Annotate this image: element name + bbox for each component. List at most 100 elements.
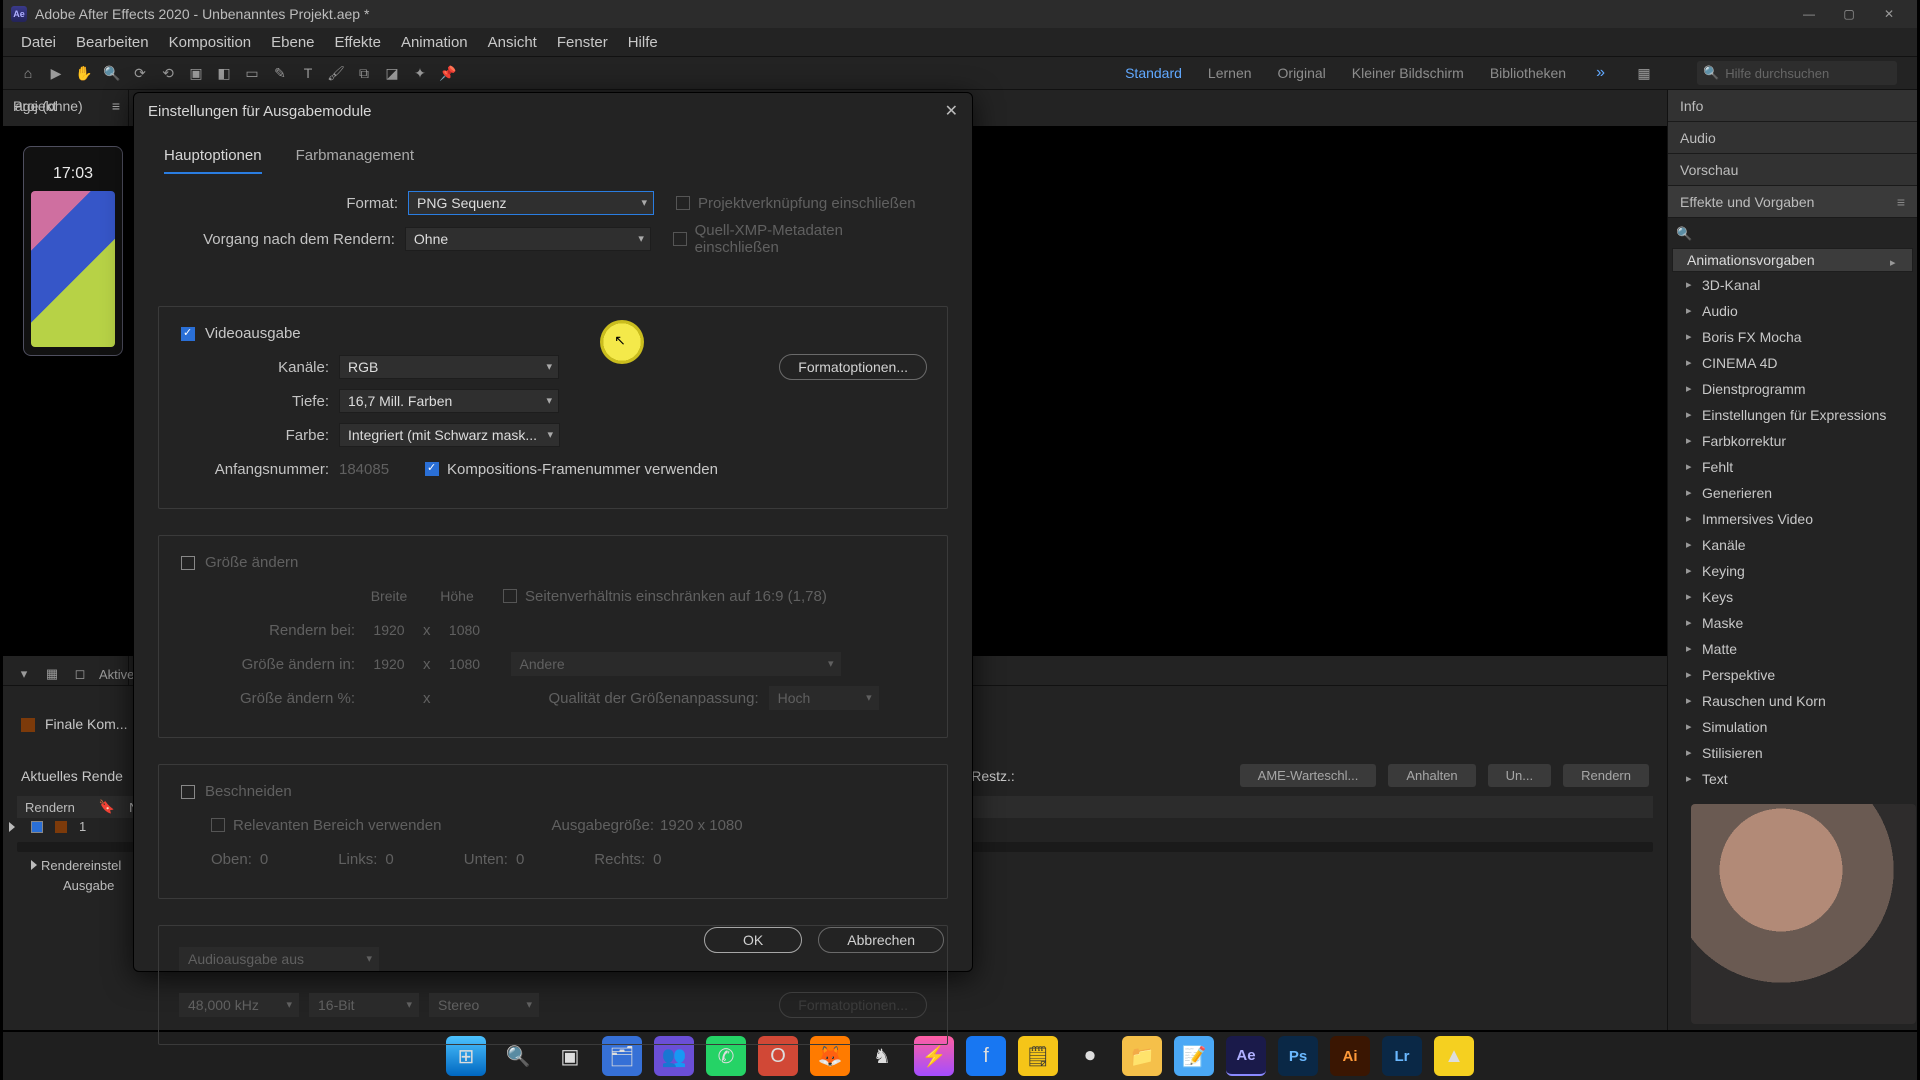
panel-menu-icon[interactable]: ≡ <box>1897 194 1905 210</box>
after-render-select[interactable]: Ohne▾ <box>405 227 651 251</box>
layouts-more-icon[interactable]: » <box>1596 64 1605 82</box>
sync-icon[interactable]: ▦ <box>1631 60 1657 86</box>
menu-fenster[interactable]: Fenster <box>547 30 618 55</box>
channels-select[interactable]: RGB▾ <box>339 355 559 379</box>
close-window-button[interactable]: ✕ <box>1869 3 1909 25</box>
layout-bibliotheken[interactable]: Bibliotheken <box>1490 65 1566 81</box>
viewer-magnify-icon[interactable]: ▾ <box>15 666 33 682</box>
effects-category[interactable]: ▸Boris FX Mocha <box>1672 324 1913 350</box>
effects-category[interactable]: ▸3D-Kanal <box>1672 272 1913 298</box>
rq-item-color[interactable] <box>55 821 67 833</box>
cancel-button[interactable]: Abbrechen <box>818 927 944 953</box>
menu-bearbeiten[interactable]: Bearbeiten <box>66 30 159 55</box>
effects-category[interactable]: ▸Stilisieren <box>1672 740 1913 766</box>
brush-tool-icon[interactable]: 🖌 <box>323 60 349 86</box>
shape-tool-icon[interactable]: ▭ <box>239 60 265 86</box>
ame-queue-button[interactable]: AME-Warteschl... <box>1240 764 1377 787</box>
effects-category[interactable]: ▸Farbkorrektur <box>1672 428 1913 454</box>
format-options-button[interactable]: Formatoptionen... <box>779 354 927 380</box>
panel-audio[interactable]: Audio <box>1680 130 1716 146</box>
tab-hauptoptionen[interactable]: Hauptoptionen <box>164 147 262 174</box>
menu-animation[interactable]: Animation <box>391 30 478 55</box>
camera-tool-icon[interactable]: ▣ <box>183 60 209 86</box>
rq-item-checkbox[interactable] <box>31 821 43 833</box>
effects-category[interactable]: ▸Audio <box>1672 298 1913 324</box>
menu-komposition[interactable]: Komposition <box>159 30 262 55</box>
effects-category[interactable]: ▸Keys <box>1672 584 1913 610</box>
selection-tool-icon[interactable]: ▶ <box>43 60 69 86</box>
effects-category[interactable]: ▸Fehlt <box>1672 454 1913 480</box>
taskbar-editor-icon[interactable]: 📝 <box>1174 1036 1214 1076</box>
hand-tool-icon[interactable]: ✋ <box>71 60 97 86</box>
viewer-tab-label[interactable]: age (ohne) <box>15 98 83 114</box>
effects-category[interactable]: ▸CINEMA 4D <box>1672 350 1913 376</box>
pen-tool-icon[interactable]: ✎ <box>267 60 293 86</box>
resize-checkbox[interactable] <box>181 556 195 570</box>
stop-button[interactable]: Un... <box>1488 764 1551 787</box>
rq-sub1-expand-icon[interactable] <box>31 860 37 870</box>
menu-datei[interactable]: Datei <box>11 30 66 55</box>
menu-effekte[interactable]: Effekte <box>325 30 391 55</box>
menu-hilfe[interactable]: Hilfe <box>618 30 668 55</box>
text-tool-icon[interactable]: T <box>295 60 321 86</box>
finale-komp-label[interactable]: Finale Kom... <box>45 716 127 732</box>
effects-category[interactable]: ▸Keying <box>1672 558 1913 584</box>
dialog-close-button[interactable]: ✕ <box>945 101 958 121</box>
roto-tool-icon[interactable]: ✦ <box>407 60 433 86</box>
layout-lernen[interactable]: Lernen <box>1208 65 1252 81</box>
panel-effects-presets[interactable]: Effekte und Vorgaben <box>1680 194 1814 210</box>
effects-category[interactable]: ▸Perspektive <box>1672 662 1913 688</box>
effects-category[interactable]: ▸Maske <box>1672 610 1913 636</box>
rotation-tool-icon[interactable]: ⟲ <box>155 60 181 86</box>
rq-expand-icon[interactable] <box>9 822 15 832</box>
ausgabe-label[interactable]: Ausgabe <box>63 878 114 893</box>
taskbar-obs-icon[interactable]: ⏺ <box>1070 1036 1110 1076</box>
crop-checkbox[interactable] <box>181 785 195 799</box>
menu-ebene[interactable]: Ebene <box>261 30 324 55</box>
tab-farbmanagement[interactable]: Farbmanagement <box>296 147 414 174</box>
depth-select[interactable]: 16,7 Mill. Farben▾ <box>339 389 559 413</box>
video-output-checkbox[interactable] <box>181 327 195 341</box>
effects-category[interactable]: ▸Kanäle <box>1672 532 1913 558</box>
taskbar-notes-icon[interactable]: 🗒 <box>1018 1036 1058 1076</box>
puppet-tool-icon[interactable]: 📌 <box>435 60 461 86</box>
ok-button[interactable]: OK <box>704 927 802 953</box>
use-comp-frames-checkbox[interactable] <box>425 462 439 476</box>
effects-category[interactable]: ▸Einstellungen für Expressions <box>1672 402 1913 428</box>
layout-standard[interactable]: Standard <box>1125 65 1182 81</box>
rendereinstellungen-label[interactable]: Rendereinstel <box>41 858 121 873</box>
color-select[interactable]: Integriert (mit Schwarz mask...▾ <box>339 423 560 447</box>
viewer-mask-icon[interactable]: ◻ <box>71 666 89 682</box>
menu-ansicht[interactable]: Ansicht <box>478 30 547 55</box>
home-icon[interactable]: ⌂ <box>15 60 41 86</box>
maximize-button[interactable]: ▢ <box>1829 3 1869 25</box>
layout-kleiner-bildschirm[interactable]: Kleiner Bildschirm <box>1352 65 1464 81</box>
effects-category[interactable]: ▸Immersives Video <box>1672 506 1913 532</box>
render-button[interactable]: Rendern <box>1563 764 1649 787</box>
clone-tool-icon[interactable]: ⧉ <box>351 60 377 86</box>
orbit-tool-icon[interactable]: ⟳ <box>127 60 153 86</box>
help-search-input[interactable]: 🔍 Hilfe durchsuchen <box>1697 61 1897 85</box>
viewer-grid-icon[interactable]: ▦ <box>43 666 61 682</box>
taskbar-ai-icon[interactable]: Ai <box>1330 1036 1370 1076</box>
effects-category[interactable]: ▸Matte <box>1672 636 1913 662</box>
effects-category[interactable]: ▸Text <box>1672 766 1913 792</box>
effects-category[interactable]: ▸Animationsvorgaben <box>1672 248 1913 272</box>
layout-original[interactable]: Original <box>1278 65 1326 81</box>
taskbar-ae-icon[interactable]: Ae <box>1226 1036 1266 1076</box>
format-select[interactable]: PNG Sequenz▾ <box>408 191 654 215</box>
pause-button[interactable]: Anhalten <box>1388 764 1475 787</box>
effects-category[interactable]: ▸Rauschen und Korn <box>1672 688 1913 714</box>
pan-behind-tool-icon[interactable]: ◧ <box>211 60 237 86</box>
taskbar-files-icon[interactable]: 📁 <box>1122 1036 1162 1076</box>
zoom-tool-icon[interactable]: 🔍 <box>99 60 125 86</box>
taskbar-ps-icon[interactable]: Ps <box>1278 1036 1318 1076</box>
taskbar-misc-icon[interactable]: ▲ <box>1434 1036 1474 1076</box>
panel-vorschau[interactable]: Vorschau <box>1680 162 1738 178</box>
panel-info[interactable]: Info <box>1680 98 1703 114</box>
taskbar-facebook-icon[interactable]: f <box>966 1036 1006 1076</box>
effects-category[interactable]: ▸Dienstprogramm <box>1672 376 1913 402</box>
taskbar-lr-icon[interactable]: Lr <box>1382 1036 1422 1076</box>
effects-category[interactable]: ▸Simulation <box>1672 714 1913 740</box>
eraser-tool-icon[interactable]: ◪ <box>379 60 405 86</box>
